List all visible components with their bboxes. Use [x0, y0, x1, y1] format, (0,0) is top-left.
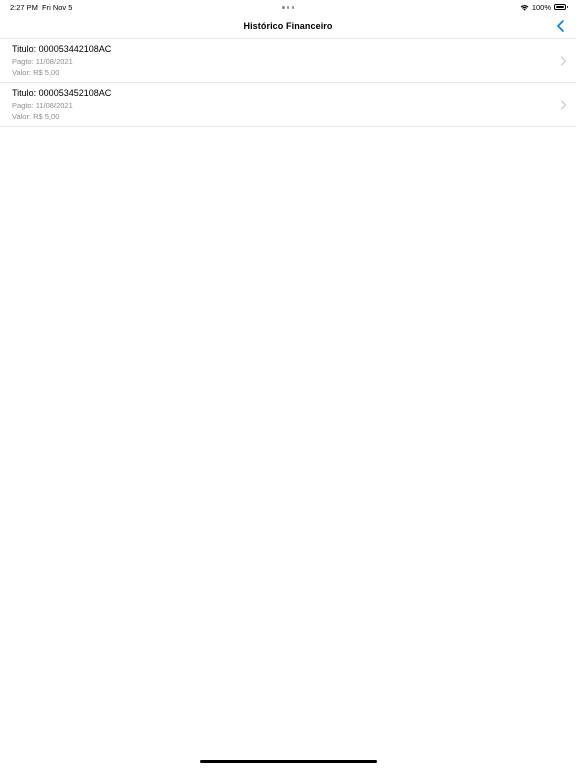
status-right: 100%: [520, 2, 568, 12]
chevron-right-icon: [560, 56, 567, 66]
item-valor: Valor: R$ 5,00: [12, 68, 60, 77]
multitasking-dots-icon[interactable]: [282, 6, 294, 9]
battery-icon: [554, 4, 568, 10]
item-pagto: Pagto: 11/08/2021: [12, 57, 73, 66]
item-pagto: Pagto: 11/08/2021: [12, 101, 73, 110]
chevron-left-icon: [557, 20, 564, 32]
navigation-bar: Histórico Financeiro: [0, 14, 576, 39]
battery-percentage: 100%: [531, 2, 551, 12]
item-titulo: Titulo: 000053452108AC: [12, 88, 112, 98]
back-button[interactable]: [554, 19, 568, 33]
list-item[interactable]: Titulo: 000053442108AC Pagto: 11/08/2021…: [0, 39, 576, 83]
item-titulo: Titulo: 000053442108AC: [12, 44, 112, 54]
financial-history-list: Titulo: 000053442108AC Pagto: 11/08/2021…: [0, 39, 576, 127]
page-title: Histórico Financeiro: [243, 21, 333, 31]
home-indicator[interactable]: [200, 760, 377, 763]
status-time: 2:27 PM: [10, 3, 38, 12]
status-date: Fri Nov 5: [42, 3, 73, 12]
chevron-right-icon: [560, 100, 567, 110]
status-bar: 2:27 PM Fri Nov 5 100%: [0, 0, 576, 14]
wifi-icon: [520, 4, 529, 11]
list-item[interactable]: Titulo: 000053452108AC Pagto: 11/08/2021…: [0, 83, 576, 127]
item-valor: Valor: R$ 5,00: [12, 112, 60, 121]
